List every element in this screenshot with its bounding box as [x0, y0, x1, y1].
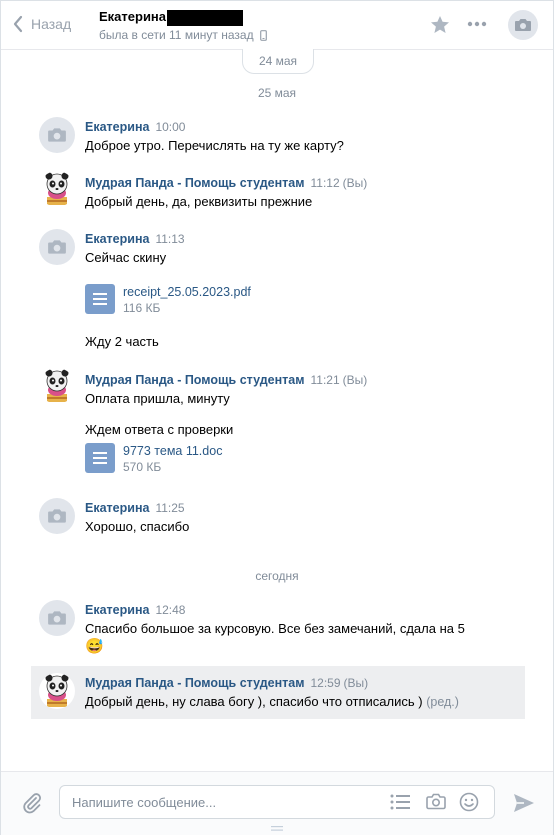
message-author[interactable]: Мудрая Панда - Помощь студентам 11:12 (Вы) [85, 176, 367, 190]
chat-window: Назад Екатерина была в сети 11 минут наз… [0, 0, 554, 835]
back-label: Назад [31, 16, 72, 32]
message-group: Екатерина 10:00 Доброе утро. Перечислять … [31, 113, 525, 163]
camera-icon [48, 611, 66, 625]
message-time[interactable]: 11:13 [155, 232, 184, 246]
you-marker: (Вы) [343, 676, 369, 690]
status-text: была в сети 11 минут назад [99, 28, 254, 42]
camera-icon [515, 19, 531, 31]
avatar[interactable] [39, 600, 75, 636]
resize-grip-icon[interactable] [271, 826, 283, 832]
message-text: Сейчас скину [85, 250, 167, 265]
message-text: Добрый день, ну слава богу ), спасибо чт… [85, 694, 459, 709]
message-author[interactable]: Екатерина 10:00 [85, 120, 185, 134]
send-icon[interactable] [513, 793, 535, 813]
chat-header: Назад Екатерина была в сети 11 минут наз… [1, 1, 553, 50]
mobile-icon [259, 29, 267, 41]
avatar[interactable] [39, 368, 75, 404]
file-name[interactable]: receipt_25.05.2023.pdf [123, 284, 251, 300]
file-attachment[interactable]: receipt_25.05.2023.pdf 116 КБ [85, 284, 251, 316]
panda-avatar-icon [45, 674, 69, 707]
avatar[interactable] [39, 498, 75, 534]
message-input-placeholder: Напишите сообщение... [72, 795, 217, 810]
message-body: Добрый день, ну слава богу ), спасибо чт… [85, 694, 423, 709]
emoji: 😅 [85, 638, 104, 655]
date-pill[interactable]: 24 мая [242, 49, 314, 74]
panda-avatar-icon [45, 172, 69, 205]
redaction-bar [167, 9, 244, 26]
date-separator: сегодня [255, 569, 299, 583]
author-name: Мудрая Панда - Помощь студентам [85, 373, 305, 387]
paperclip-icon[interactable] [21, 792, 43, 814]
camera-icon[interactable] [426, 793, 446, 810]
avatar[interactable] [39, 229, 75, 265]
message-group: Мудрая Панда - Помощь студентам 11:21 (Вы)… [31, 366, 525, 486]
message-text: Оплата пришла, минуту [85, 391, 230, 406]
message-text: Жду 2 часть [85, 334, 159, 349]
avatar[interactable] [39, 171, 75, 207]
message-group: Екатерина 11:25 Хорошо, спасибо [31, 494, 525, 544]
message-author[interactable]: Екатерина 11:25 [85, 501, 185, 515]
star-icon[interactable] [430, 15, 450, 34]
message-time[interactable]: 11:12 [310, 176, 339, 190]
message-time[interactable]: 11:21 [310, 373, 339, 387]
online-status: была в сети 11 минут назад [99, 28, 267, 42]
message-text: Добрый день, да, реквизиты прежние [85, 194, 313, 209]
author-name: Мудрая Панда - Помощь студентам [85, 676, 305, 690]
message-time[interactable]: 12:59 [310, 676, 340, 690]
contact-name: Екатерина [99, 9, 167, 24]
message-text: Хорошо, спасибо [85, 519, 190, 534]
edited-marker: (ред.) [426, 695, 459, 709]
message-author[interactable]: Мудрая Панда - Помощь студентам 11:21 (Вы) [85, 373, 367, 387]
message-author[interactable]: Екатерина 11:13 [85, 232, 185, 246]
file-name[interactable]: 9773 тема 11.doc [123, 443, 222, 459]
camera-icon [48, 128, 66, 142]
message-author[interactable]: Мудрая Панда - Помощь студентам 12:59 (Вы) [85, 676, 368, 690]
message-text: Спасибо большое за курсовую. Все без зам… [85, 621, 465, 636]
file-size: 116 КБ [123, 301, 161, 315]
message-group: Мудрая Панда - Помощь студентам 11:12 (Вы)… [31, 169, 525, 219]
author-name: Екатерина [85, 501, 150, 515]
message-text: Ждем ответа с проверки [85, 422, 234, 437]
you-marker: (Вы) [342, 373, 368, 387]
panda-avatar-icon [45, 369, 69, 402]
file-attachment[interactable]: 9773 тема 11.doc 570 КБ [85, 443, 222, 475]
author-name: Екатерина [85, 232, 150, 246]
you-marker: (Вы) [342, 176, 368, 190]
author-name: Мудрая Панда - Помощь студентам [85, 176, 305, 190]
back-button[interactable]: Назад [13, 15, 71, 33]
chevron-left-icon [13, 15, 23, 33]
more-icon[interactable] [467, 21, 487, 27]
date-separator: 25 мая [257, 86, 297, 100]
file-size: 570 КБ [123, 460, 162, 474]
document-icon [85, 284, 115, 314]
author-name: Екатерина [85, 120, 150, 134]
author-name: Екатерина [85, 603, 150, 617]
chat-avatar[interactable] [508, 10, 538, 40]
message-input[interactable]: Напишите сообщение... [59, 785, 495, 819]
message-group: Екатерина 12:48 Спасибо большое за курсов… [31, 596, 525, 658]
message-group-highlighted[interactable]: Мудрая Панда - Помощь студентам 12:59 (Вы)… [31, 666, 525, 719]
message-time[interactable]: 10:00 [155, 120, 185, 134]
smile-icon[interactable] [459, 792, 479, 812]
templates-icon[interactable] [390, 794, 410, 810]
document-icon [85, 443, 115, 473]
message-author[interactable]: Екатерина 12:48 [85, 603, 185, 617]
avatar[interactable] [39, 673, 75, 709]
camera-icon [48, 240, 66, 254]
message-time[interactable]: 11:25 [155, 501, 184, 515]
camera-icon [48, 509, 66, 523]
chat-title[interactable]: Екатерина [99, 9, 244, 26]
message-text: Доброе утро. Перечислять на ту же карту? [85, 138, 344, 153]
avatar[interactable] [39, 117, 75, 153]
message-time[interactable]: 12:48 [155, 603, 185, 617]
message-group: Екатерина 11:13 Сейчас скину receipt_25.0… [31, 225, 525, 355]
